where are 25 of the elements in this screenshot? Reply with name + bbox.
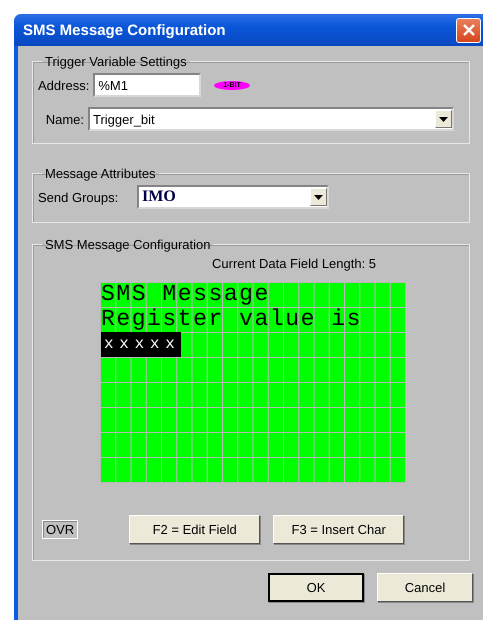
field-label: Name: [44, 112, 84, 126]
field-label: Send Groups: [38, 190, 120, 204]
window-title: SMS Message Configuration [23, 22, 226, 38]
cancel-button[interactable]: Cancel [377, 573, 473, 602]
name-dropdown[interactable]: Trigger_bit [88, 107, 454, 131]
dropdown-value: Trigger_bit [92, 112, 155, 126]
group-title: Message Attributes [44, 166, 157, 181]
dropdown-button[interactable] [435, 110, 452, 128]
send-groups-dropdown[interactable]: IMO [137, 185, 329, 209]
field-label: Address: [38, 78, 90, 92]
function-button[interactable]: F2 = Edit Field [129, 515, 260, 544]
close-button[interactable] [456, 18, 481, 42]
dropdown-button[interactable] [310, 188, 327, 206]
ok-button[interactable]: OK [268, 573, 364, 602]
field-length-label: Current Data Field Length: 5 [212, 256, 378, 271]
close-icon [462, 24, 474, 36]
caret-icon [314, 194, 323, 200]
group-title: SMS Message Configuration [44, 237, 212, 252]
mode-indicator: OVR [42, 520, 78, 539]
address-field[interactable]: %M1 [93, 73, 202, 97]
dropdown-value: IMO [141, 188, 176, 206]
caret-icon [439, 116, 448, 122]
group-title: Trigger Variable Settings [44, 54, 188, 69]
data-field: xxxxx [101, 332, 181, 357]
function-button[interactable]: F3 = Insert Char [273, 515, 404, 544]
